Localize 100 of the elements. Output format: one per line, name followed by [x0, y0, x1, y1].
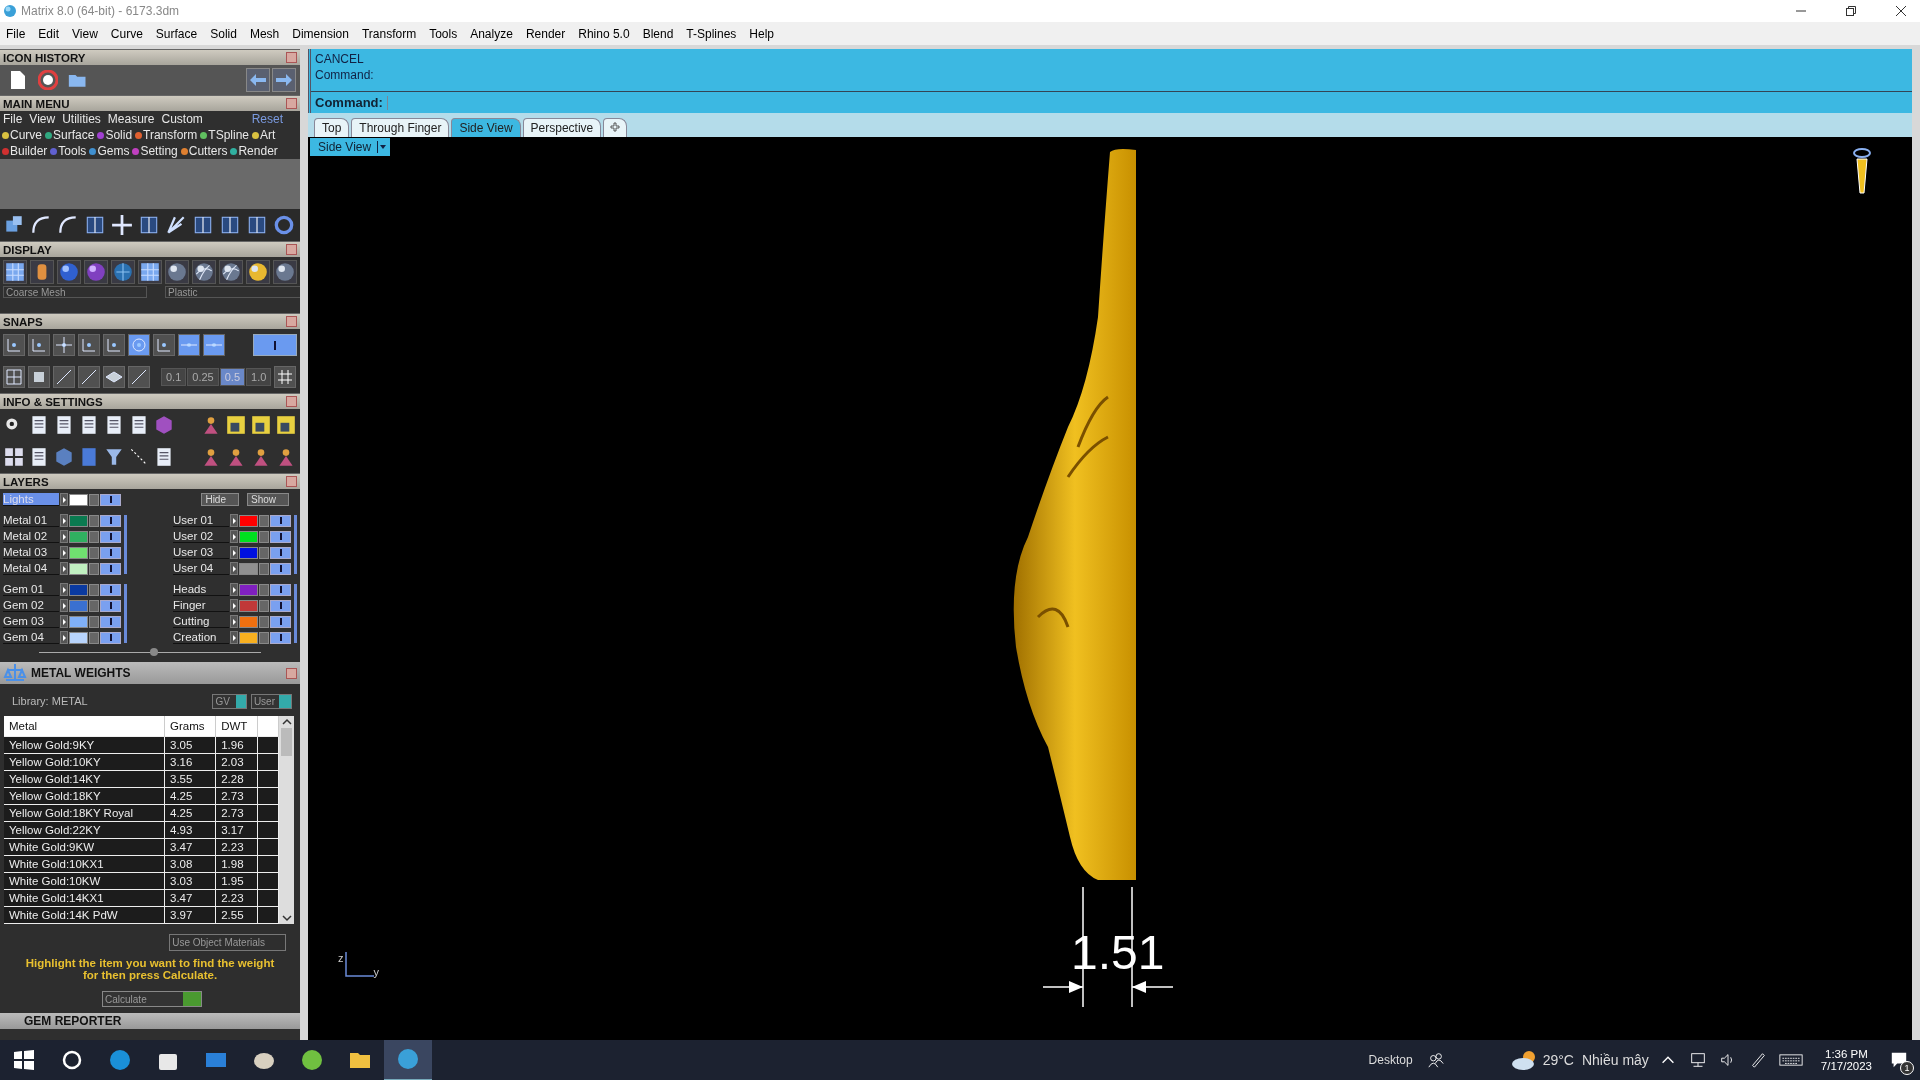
restore-icon[interactable] — [1846, 6, 1856, 16]
layer-name[interactable]: Gem 04 — [3, 631, 59, 644]
category-item[interactable]: Solid — [105, 128, 133, 142]
snap-icon[interactable] — [53, 334, 75, 356]
visibility-toggle[interactable] — [100, 615, 121, 628]
viewport-label-dropdown[interactable]: Side View — [310, 138, 391, 156]
category-item[interactable]: Builder — [10, 144, 48, 158]
calculate-button[interactable]: Calculate — [102, 991, 202, 1007]
column-header[interactable]: DWT — [215, 716, 258, 737]
document-icon[interactable] — [8, 70, 28, 90]
table-row[interactable]: Yellow Gold:14KY 3.55 2.28 — [4, 770, 279, 788]
category-item[interactable]: Transform — [143, 128, 198, 142]
globe-icon[interactable] — [111, 260, 135, 284]
visibility-toggle[interactable] — [100, 546, 121, 559]
visibility-toggle[interactable] — [100, 631, 121, 644]
sphere-icon[interactable] — [273, 260, 297, 284]
layer-color-swatch[interactable] — [239, 599, 258, 612]
people-icon[interactable] — [1426, 1051, 1445, 1069]
shiny-sphere-icon[interactable] — [246, 260, 270, 284]
snap-icon[interactable] — [203, 334, 225, 356]
sphere-icon[interactable] — [219, 260, 243, 284]
layer-color-swatch[interactable] — [69, 530, 88, 543]
table-row[interactable]: White Gold:10KW 3.03 1.95 — [4, 872, 279, 890]
layer-color-swatch[interactable] — [69, 631, 88, 644]
lock-icon[interactable] — [89, 493, 99, 506]
snap-icon[interactable] — [3, 366, 25, 388]
menu-item[interactable]: Render — [525, 26, 566, 41]
forward-button[interactable] — [272, 68, 296, 92]
lock-icon[interactable] — [259, 599, 269, 612]
menu-item[interactable]: Dimension — [292, 26, 349, 41]
toggle-button[interactable] — [253, 334, 297, 356]
menu-item[interactable]: Edit — [38, 26, 60, 41]
visibility-toggle[interactable] — [100, 530, 121, 543]
scroll-down-icon[interactable] — [281, 914, 292, 922]
viewport-tab[interactable]: Top — [314, 118, 350, 137]
lock-icon[interactable] — [259, 530, 269, 543]
use-object-materials-toggle[interactable]: Use Object Materials — [169, 934, 286, 951]
layer-name[interactable]: Metal 01 — [3, 514, 59, 527]
arc-icon[interactable] — [57, 214, 79, 236]
snap-step-button[interactable]: 1.0 — [246, 368, 272, 386]
lock-icon[interactable] — [259, 562, 269, 575]
menu-item[interactable]: File — [3, 112, 23, 126]
visibility-toggle[interactable] — [270, 546, 291, 559]
menu-item[interactable]: Surface — [155, 26, 198, 41]
back-button[interactable] — [246, 68, 270, 92]
layer-color-swatch[interactable] — [239, 530, 258, 543]
show-button[interactable]: Show — [247, 493, 289, 506]
lock-icon[interactable] — [89, 583, 99, 596]
column-header[interactable]: Grams — [164, 716, 216, 737]
visibility-toggle[interactable] — [270, 599, 291, 612]
scroll-thumb[interactable] — [281, 728, 292, 756]
layer-name[interactable]: Metal 04 — [3, 562, 59, 575]
lock-icon[interactable] — [89, 546, 99, 559]
snap-step-button[interactable]: 0.25 — [187, 368, 219, 386]
lock-icon[interactable] — [259, 583, 269, 596]
weather-condition[interactable]: Nhiều mây — [1581, 1052, 1649, 1068]
add-tab-button[interactable] — [603, 118, 628, 137]
snap-icon[interactable] — [28, 334, 50, 356]
layer-color-swatch[interactable] — [69, 514, 88, 527]
temperature[interactable]: 29°C — [1542, 1052, 1574, 1068]
layer-color-swatch[interactable] — [239, 631, 258, 644]
table-row[interactable]: White Gold:10KX1 3.08 1.98 — [4, 855, 279, 873]
layer-name[interactable]: Creation — [173, 631, 229, 644]
layer-name[interactable]: User 03 — [173, 546, 229, 559]
layer-name[interactable]: Metal 02 — [3, 530, 59, 543]
lock-icon[interactable] — [89, 599, 99, 612]
category-item[interactable]: Curve — [10, 128, 42, 142]
scrollbar[interactable] — [279, 716, 294, 924]
mesh-dropdown[interactable]: Coarse Mesh — [3, 286, 147, 298]
hide-button[interactable]: Hide — [201, 493, 239, 506]
visibility-toggle[interactable] — [270, 583, 291, 596]
category-item[interactable]: Surface — [53, 128, 95, 142]
snap-icon[interactable] — [28, 366, 50, 388]
grid-icon[interactable] — [274, 366, 297, 388]
grid-icon[interactable] — [3, 446, 25, 468]
viewport-tab[interactable]: Perspective — [522, 118, 602, 137]
clock-date[interactable]: 7/17/2023 — [1820, 1060, 1872, 1072]
layer-color-swatch[interactable] — [69, 562, 88, 575]
category-item[interactable]: Cutters — [188, 144, 228, 158]
menu-item[interactable]: Rhino 5.0 — [578, 26, 630, 41]
table-row[interactable]: Yellow Gold:10KY 3.16 2.03 — [4, 753, 279, 771]
layer-color-swatch[interactable] — [239, 562, 258, 575]
menu-item[interactable]: Custom — [161, 112, 203, 126]
sphere-icon[interactable] — [192, 260, 216, 284]
snap-icon[interactable] — [103, 366, 125, 388]
grid-icon[interactable] — [3, 260, 27, 284]
column-header[interactable]: Metal — [4, 716, 165, 737]
visibility-toggle[interactable] — [270, 631, 291, 644]
command-field[interactable]: Command: — [311, 92, 1912, 113]
layer-color-swatch[interactable] — [69, 493, 88, 506]
lock-icon[interactable] — [89, 514, 99, 527]
lock-icon[interactable] — [89, 631, 99, 644]
layer-name[interactable]: Heads — [173, 583, 229, 596]
layer-color-swatch[interactable] — [69, 615, 88, 628]
category-item[interactable]: Setting — [140, 144, 178, 158]
category-item[interactable]: Gems — [97, 144, 130, 158]
snap-icon[interactable] — [78, 334, 100, 356]
visibility-toggle[interactable] — [100, 599, 121, 612]
menu-item[interactable]: View — [72, 26, 98, 41]
table-row[interactable]: Yellow Gold:22KY 4.93 3.17 — [4, 821, 279, 839]
